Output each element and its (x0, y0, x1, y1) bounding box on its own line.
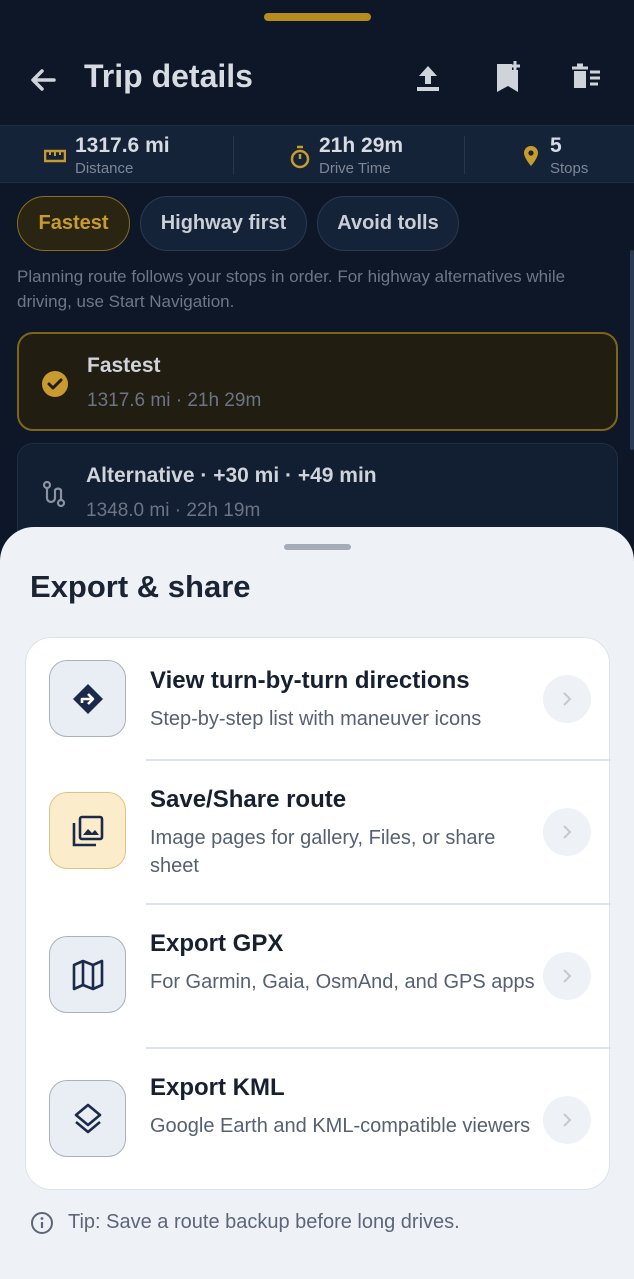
option-title: Export GPX (150, 930, 284, 957)
back-arrow-icon[interactable] (24, 60, 64, 100)
stat-value: 21h 29m (319, 134, 404, 157)
option-subtitle: Step-by-step list with maneuver icons (150, 708, 482, 730)
option-title: Save/Share route (150, 786, 347, 813)
scrollbar[interactable] (630, 250, 634, 450)
check-circle-icon (41, 370, 69, 398)
stat-value: 1317.6 mi (75, 134, 170, 157)
stat-divider (233, 136, 234, 174)
info-icon (30, 1211, 54, 1235)
option-export-kml[interactable]: Export KML Google Earth and KML-compatib… (26, 1048, 611, 1191)
upload-icon[interactable] (408, 58, 448, 98)
route-alt-icon (40, 480, 68, 508)
trip-stats-bar: 1317.6 mi Distance 21h 29m Drive Time 5 … (0, 125, 634, 183)
map-icon (49, 936, 126, 1013)
route-summary: 1348.0 mi · 22h 19m (86, 500, 261, 521)
delete-list-icon[interactable] (566, 58, 606, 98)
chevron-right-icon[interactable] (543, 675, 591, 723)
chevron-right-icon[interactable] (543, 952, 591, 1000)
bookmark-add-icon[interactable] (488, 58, 528, 98)
option-save-share[interactable]: Save/Share route Image pages for gallery… (26, 760, 611, 903)
route-summary: 1317.6 mi · 21h 29m (87, 390, 262, 411)
option-turn-by-turn[interactable]: View turn-by-turn directions Step-by-ste… (26, 638, 611, 760)
chevron-right-icon[interactable] (543, 1096, 591, 1144)
stat-label: Drive Time (319, 160, 391, 177)
stat-divider (464, 136, 465, 174)
chip-avoid-tolls[interactable]: Avoid tolls (317, 196, 459, 251)
stat-label: Stops (550, 160, 589, 177)
option-title: View turn-by-turn directions (150, 667, 470, 694)
directions-icon (49, 660, 126, 737)
option-subtitle: Image pages for gallery, Files, or share… (150, 827, 496, 877)
route-title: Alternative · +30 mi · +49 min (86, 464, 377, 487)
stat-value: 5 (550, 134, 562, 157)
export-share-sheet: Export & share View turn-by-turn directi… (0, 527, 634, 1279)
option-subtitle: Google Earth and KML-compatible viewers (150, 1115, 531, 1137)
option-export-gpx[interactable]: Export GPX For Garmin, Gaia, OsmAnd, and… (26, 904, 611, 1047)
gallery-icon (49, 792, 126, 869)
chip-highway-first[interactable]: Highway first (140, 196, 307, 251)
sheet-title: Export & share (30, 569, 251, 604)
stat-label: Distance (75, 160, 134, 177)
route-title: Fastest (87, 354, 161, 377)
layers-icon (49, 1080, 126, 1157)
pin-icon (524, 146, 538, 166)
chip-fastest[interactable]: Fastest (17, 196, 130, 251)
top-drag-handle[interactable] (264, 13, 371, 21)
planning-note: Planning route follows your stops in ord… (17, 267, 566, 311)
sheet-drag-handle[interactable] (284, 544, 351, 550)
route-option-fastest[interactable]: Fastest 1317.6 mi · 21h 29m (17, 332, 618, 431)
chevron-right-icon[interactable] (543, 808, 591, 856)
option-title: Export KML (150, 1074, 285, 1101)
page-title: Trip details (84, 58, 253, 94)
export-options-card: View turn-by-turn directions Step-by-ste… (25, 637, 611, 1191)
timer-icon (290, 145, 310, 169)
ruler-icon (44, 149, 66, 163)
option-subtitle: For Garmin, Gaia, OsmAnd, and GPS apps (150, 971, 535, 993)
tip-text: Tip: Save a route backup before long dri… (68, 1211, 460, 1233)
app-bar: Trip details (0, 40, 634, 116)
